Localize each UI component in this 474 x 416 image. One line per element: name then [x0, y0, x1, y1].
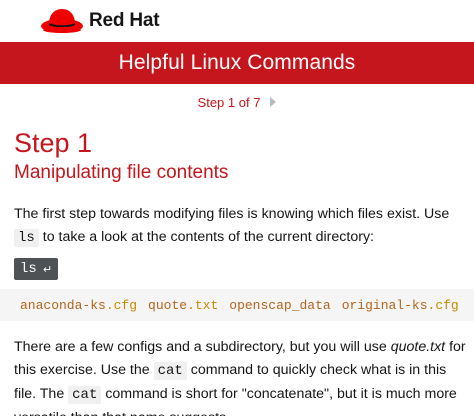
intro-paragraph: The first step towards modifying files i…: [14, 203, 466, 250]
explanation-paragraph: There are a few configs and a subdirecto…: [14, 336, 466, 416]
file-ext: .cfg: [427, 297, 459, 313]
brand-name: Red Hat: [89, 10, 160, 31]
file-base: anaconda-ks: [20, 297, 106, 313]
text-segment: The first step towards modifying files i…: [14, 206, 450, 222]
file-base: openscap_data: [229, 297, 331, 313]
inline-code: cat: [153, 362, 187, 380]
output-file: original-ks.cfg: [342, 298, 459, 313]
command-output: anaconda-ks.cfg quote.txt openscap_data …: [0, 289, 474, 321]
command-text: ls: [20, 261, 37, 277]
file-ext: .cfg: [105, 297, 138, 313]
file-base: original-ks: [341, 297, 428, 313]
top-bar: Red Hat: [0, 0, 474, 42]
inline-code: ls: [14, 229, 39, 247]
redhat-fedora-icon: [40, 7, 84, 35]
step-counter: Step 1 of 7: [197, 94, 261, 110]
output-directory: openscap_data: [229, 298, 330, 313]
inline-code: cat: [68, 386, 102, 404]
text-segment: There are a few configs and a subdirecto…: [14, 339, 391, 355]
run-command-button[interactable]: ls ↵: [14, 258, 59, 280]
step-heading: Step 1: [14, 128, 93, 158]
output-file: anaconda-ks.cfg: [20, 298, 137, 313]
title-bar: Helpful Linux Commands: [0, 42, 474, 84]
file-base: quote: [148, 297, 188, 313]
text-segment: to take a look at the contents of the cu…: [38, 229, 374, 245]
page-title: Helpful Linux Commands: [118, 51, 356, 74]
output-file: quote.txt: [148, 298, 218, 313]
chevron-right-icon[interactable]: [270, 97, 277, 107]
enter-icon: ↵: [42, 262, 53, 276]
step-subheading: Manipulating file contents: [14, 162, 229, 183]
brand-logo[interactable]: Red Hat: [40, 4, 160, 38]
emphasized-filename: quote.txt: [390, 339, 446, 355]
step-navigation: Step 1 of 7: [0, 92, 474, 112]
file-ext: .txt: [187, 297, 219, 313]
